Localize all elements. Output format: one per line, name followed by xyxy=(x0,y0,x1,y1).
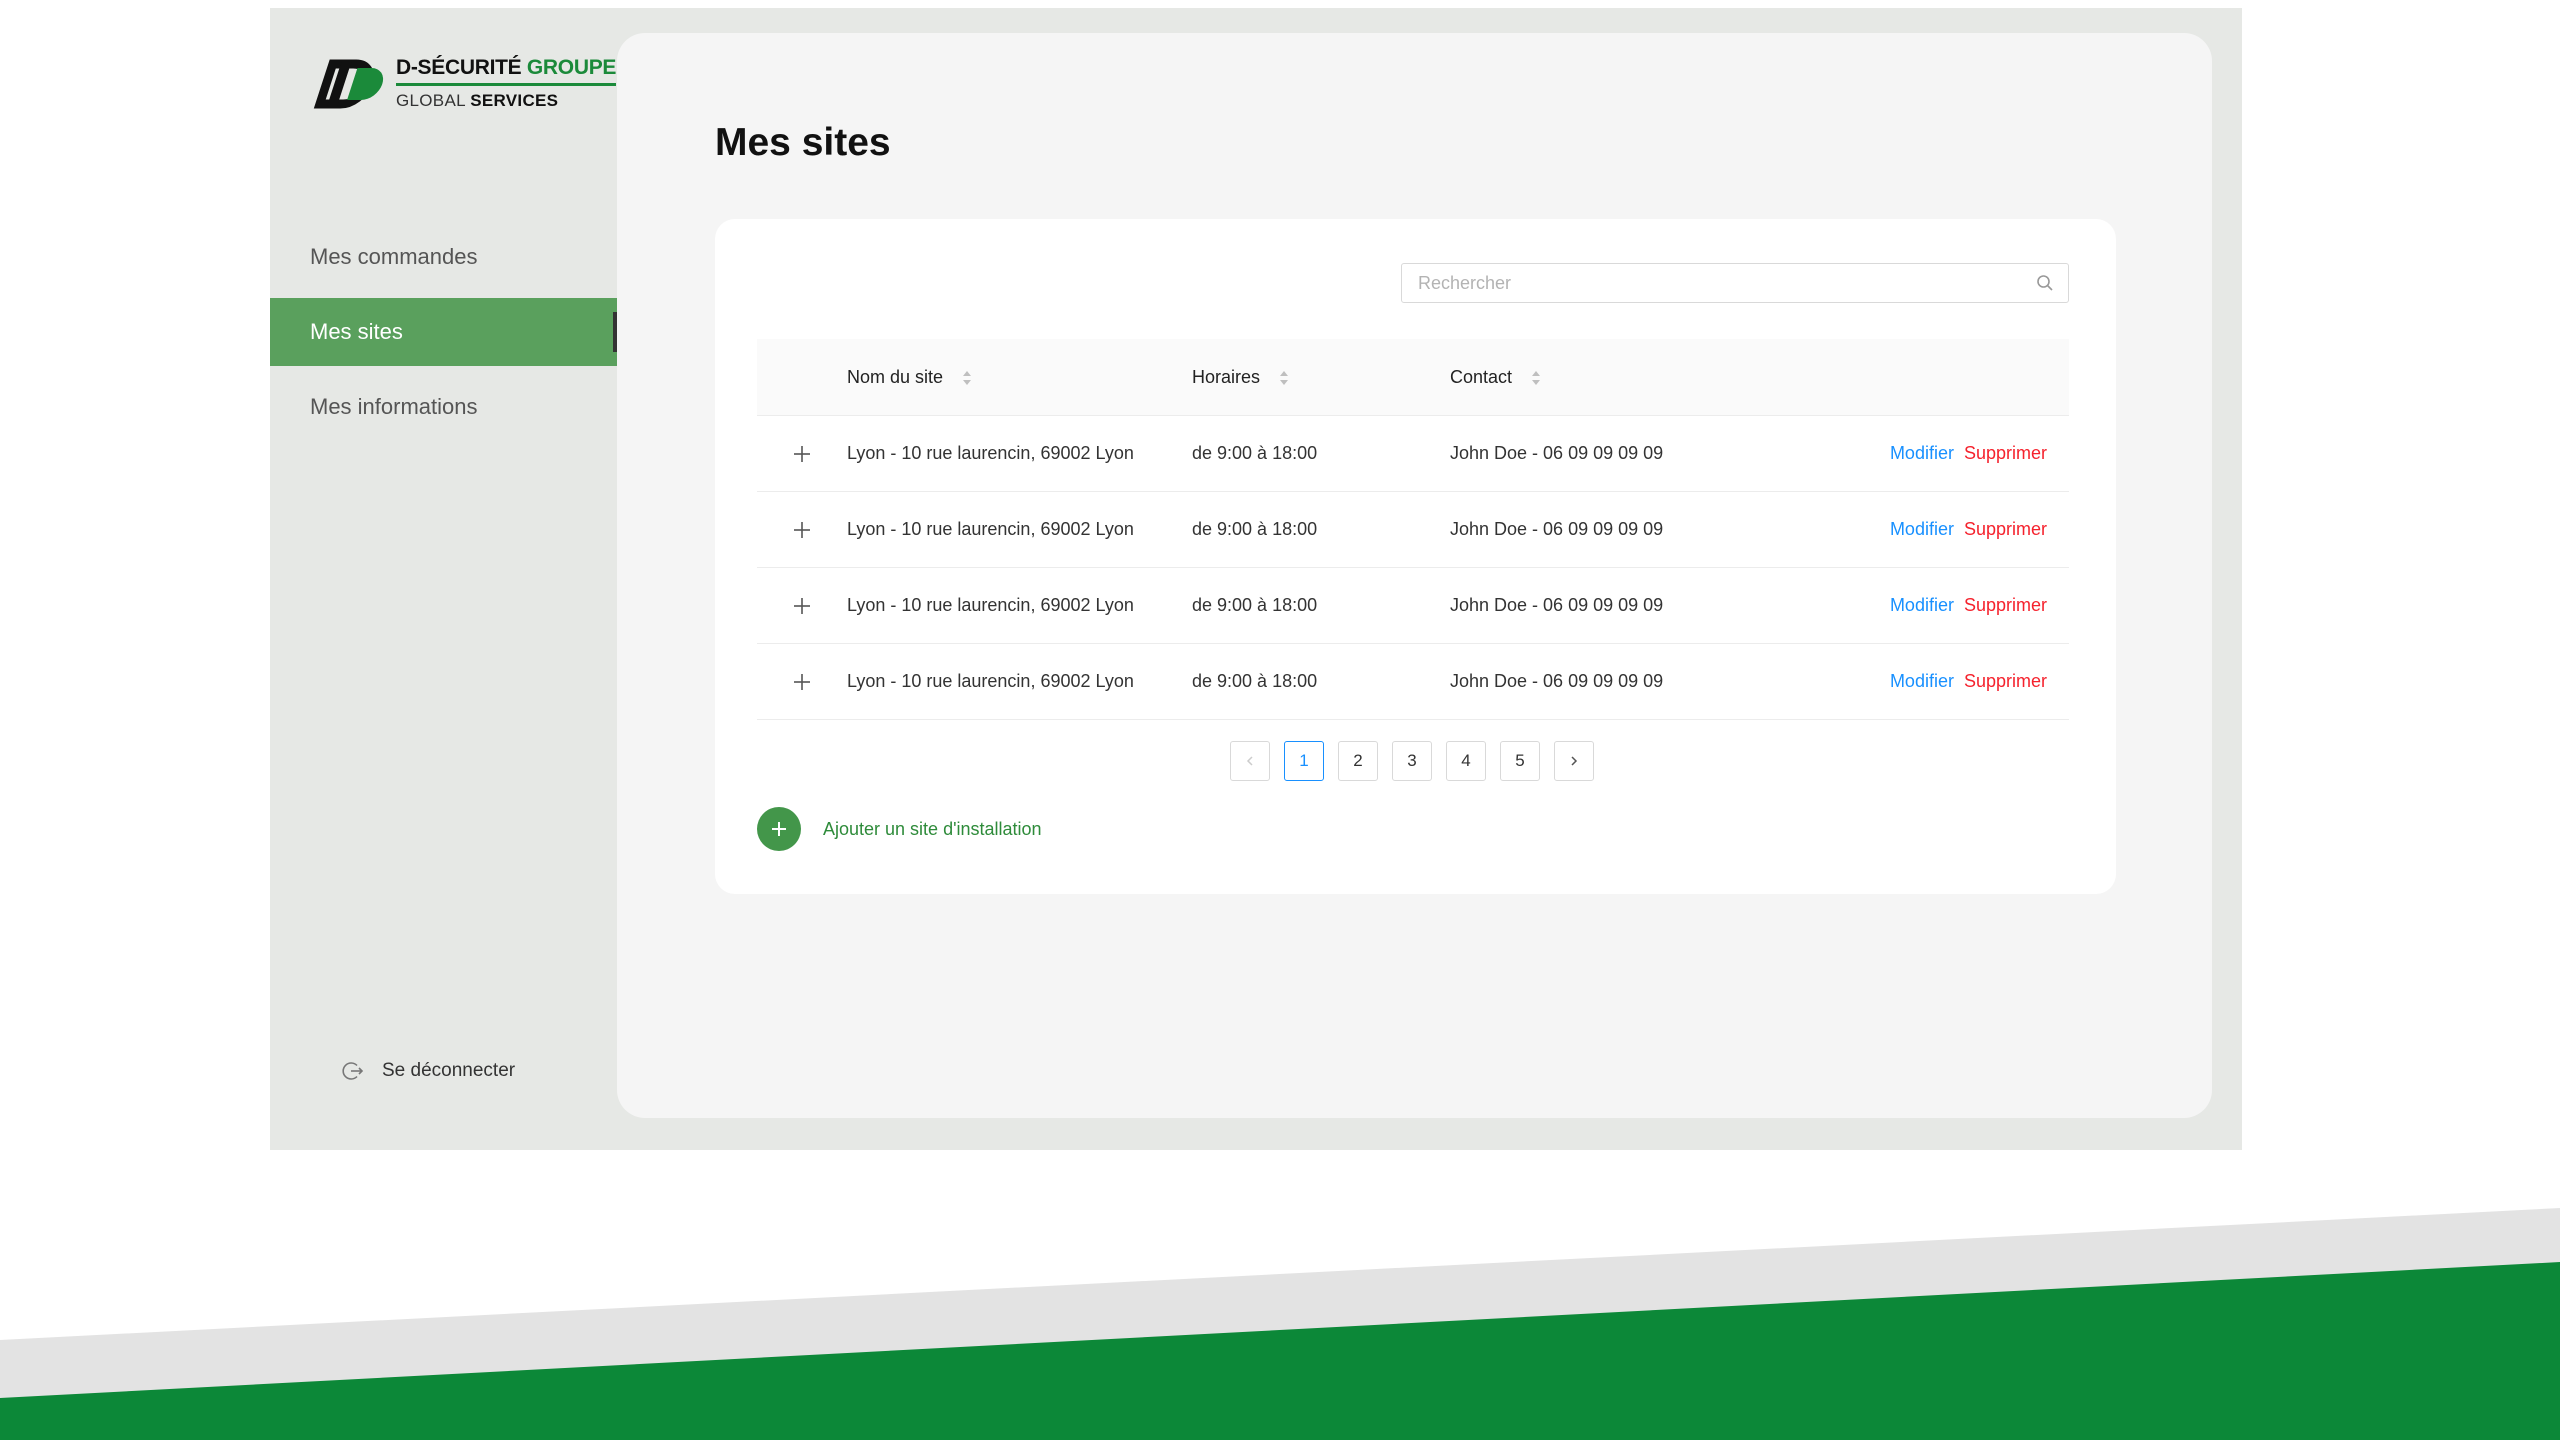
sidebar-item-label: Mes sites xyxy=(310,319,403,344)
pagination-page-5[interactable]: 5 xyxy=(1500,741,1540,781)
chevron-left-icon xyxy=(1246,756,1253,766)
pagination: 1 2 3 4 5 xyxy=(1230,741,1608,781)
column-header-hours[interactable]: Horaires xyxy=(1192,367,1450,388)
plus-icon xyxy=(794,521,810,538)
site-contact-cell: John Doe - 06 09 09 09 09 xyxy=(1450,595,1664,615)
sites-table: Nom du site Horaires Contact Lyon - 10 r… xyxy=(757,339,2069,720)
site-name-cell: Lyon - 10 rue laurencin, 69002 Lyon xyxy=(847,443,1134,463)
row-actions: Modifier Supprimer xyxy=(1870,595,2069,616)
pagination-next-button[interactable] xyxy=(1554,741,1594,781)
edit-link[interactable]: Modifier xyxy=(1890,595,1954,615)
site-hours-cell: de 9:00 à 18:00 xyxy=(1192,519,1318,539)
expand-row-button[interactable] xyxy=(757,597,847,615)
search-icon[interactable] xyxy=(2022,274,2068,292)
sidebar-item-mes-commandes[interactable]: Mes commandes xyxy=(270,223,617,291)
column-header-contact[interactable]: Contact xyxy=(1450,367,1870,388)
add-site-label: Ajouter un site d'installation xyxy=(823,818,1042,839)
expand-row-button[interactable] xyxy=(757,673,847,691)
pagination-page-3[interactable]: 3 xyxy=(1392,741,1432,781)
sidebar-nav: Mes commandes Mes sites Mes informations xyxy=(270,223,617,448)
plus-icon xyxy=(794,445,810,462)
logout-icon xyxy=(342,1062,364,1080)
sort-icon xyxy=(1280,370,1289,385)
expand-row-button[interactable] xyxy=(757,521,847,539)
delete-link[interactable]: Supprimer xyxy=(1964,671,2047,691)
site-hours-cell: de 9:00 à 18:00 xyxy=(1192,595,1318,615)
pagination-page-4[interactable]: 4 xyxy=(1446,741,1486,781)
edit-link[interactable]: Modifier xyxy=(1890,443,1954,463)
delete-link[interactable]: Supprimer xyxy=(1964,443,2047,463)
sidebar-item-mes-sites[interactable]: Mes sites xyxy=(270,298,617,366)
delete-link[interactable]: Supprimer xyxy=(1964,595,2047,615)
site-name-cell: Lyon - 10 rue laurencin, 69002 Lyon xyxy=(847,595,1134,615)
pagination-page-2[interactable]: 2 xyxy=(1338,741,1378,781)
site-name-cell: Lyon - 10 rue laurencin, 69002 Lyon xyxy=(847,671,1134,691)
pagination-prev-button[interactable] xyxy=(1230,741,1270,781)
add-site-button[interactable]: Ajouter un site d'installation xyxy=(757,807,1042,851)
plus-icon xyxy=(794,597,810,614)
brand-subtitle: GLOBAL SERVICES xyxy=(396,91,559,110)
expand-row-button[interactable] xyxy=(757,445,847,463)
column-header-name[interactable]: Nom du site xyxy=(847,367,1192,388)
row-actions: Modifier Supprimer xyxy=(1870,519,2069,540)
page-title: Mes sites xyxy=(715,121,891,164)
sidebar-item-label: Mes informations xyxy=(310,394,478,419)
sidebar-item-label: Mes commandes xyxy=(310,244,478,269)
logout-button[interactable]: Se déconnecter xyxy=(342,1060,515,1082)
main-content: Mes sites Nom du site xyxy=(617,33,2212,1118)
site-name-cell: Lyon - 10 rue laurencin, 69002 Lyon xyxy=(847,519,1134,539)
sidebar: D-SÉCURITÉ GROUPE GLOBAL SERVICES Mes co… xyxy=(270,8,617,1150)
table-row: Lyon - 10 rue laurencin, 69002 Lyon de 9… xyxy=(757,492,2069,568)
row-actions: Modifier Supprimer xyxy=(1870,671,2069,692)
sort-icon xyxy=(963,370,972,385)
brand-logo: D-SÉCURITÉ GROUPE GLOBAL SERVICES xyxy=(308,54,616,112)
search-box xyxy=(1401,263,2069,303)
brand-logo-mark xyxy=(313,59,384,109)
site-hours-cell: de 9:00 à 18:00 xyxy=(1192,671,1318,691)
brand-name: D-SÉCURITÉ GROUPE xyxy=(396,57,616,86)
sort-icon xyxy=(1532,370,1541,385)
delete-link[interactable]: Supprimer xyxy=(1964,519,2047,539)
site-hours-cell: de 9:00 à 18:00 xyxy=(1192,443,1318,463)
app-window: D-SÉCURITÉ GROUPE GLOBAL SERVICES Mes co… xyxy=(270,8,2242,1150)
sidebar-item-mes-informations[interactable]: Mes informations xyxy=(270,373,617,441)
table-row: Lyon - 10 rue laurencin, 69002 Lyon de 9… xyxy=(757,416,2069,492)
site-contact-cell: John Doe - 06 09 09 09 09 xyxy=(1450,671,1664,691)
chevron-right-icon xyxy=(1571,756,1578,766)
add-circle-button[interactable] xyxy=(757,807,801,851)
edit-link[interactable]: Modifier xyxy=(1890,671,1954,691)
table-row: Lyon - 10 rue laurencin, 69002 Lyon de 9… xyxy=(757,568,2069,644)
search-input[interactable] xyxy=(1402,271,2022,295)
plus-icon xyxy=(794,673,810,690)
edit-link[interactable]: Modifier xyxy=(1890,519,1954,539)
site-contact-cell: John Doe - 06 09 09 09 09 xyxy=(1450,443,1664,463)
logout-label: Se déconnecter xyxy=(382,1060,516,1081)
site-contact-cell: John Doe - 06 09 09 09 09 xyxy=(1450,519,1664,539)
table-header: Nom du site Horaires Contact xyxy=(757,339,2069,416)
sites-card: Nom du site Horaires Contact xyxy=(715,219,2116,894)
plus-icon xyxy=(772,822,786,836)
table-row: Lyon - 10 rue laurencin, 69002 Lyon de 9… xyxy=(757,644,2069,720)
pagination-page-1[interactable]: 1 xyxy=(1284,741,1324,781)
row-actions: Modifier Supprimer xyxy=(1870,443,2069,464)
